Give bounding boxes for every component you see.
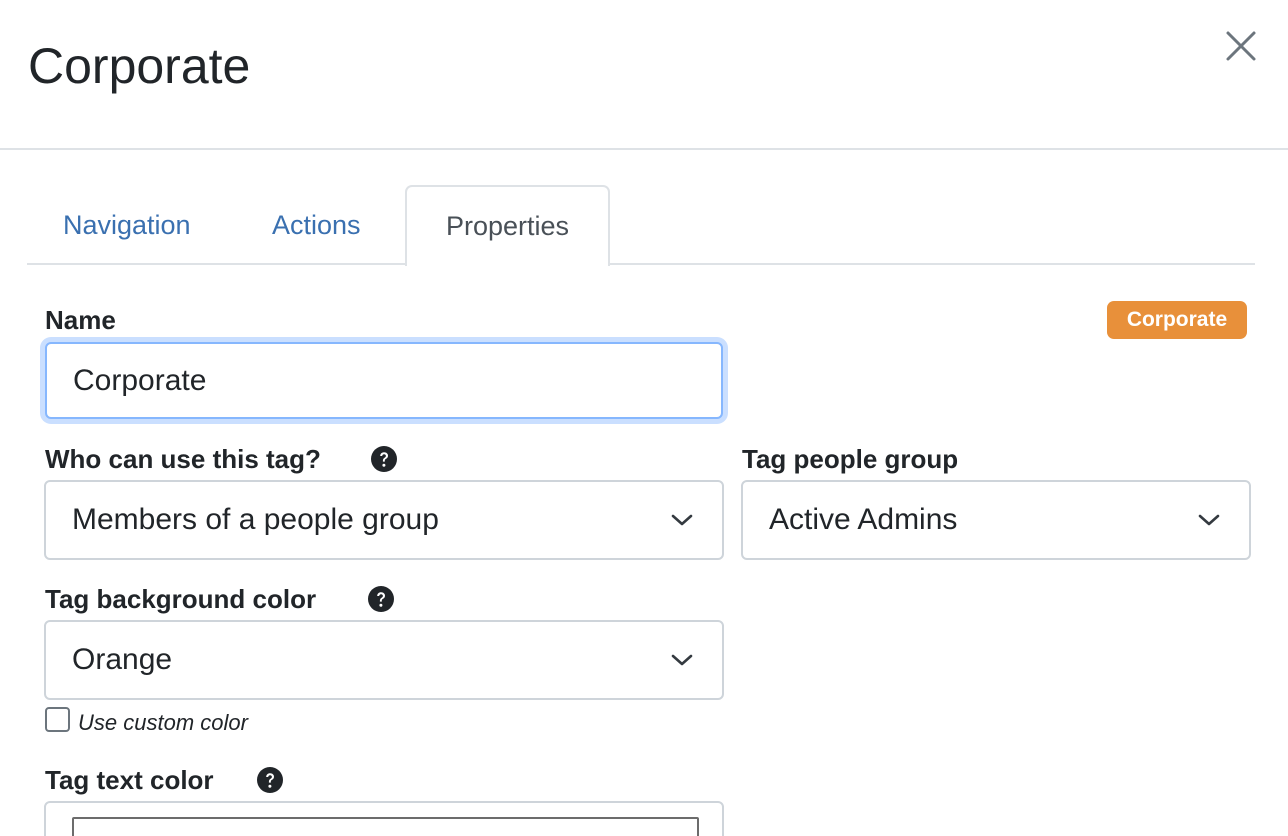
who-can-use-select[interactable]: Members of a people group: [44, 480, 724, 560]
background-color-value: Orange: [72, 643, 173, 676]
chevron-down-icon: [670, 652, 694, 668]
use-custom-color-checkbox[interactable]: [45, 707, 70, 732]
modal-title: Corporate: [28, 38, 251, 94]
tag-properties-modal: Corporate Navigation Actions Properties …: [0, 0, 1288, 836]
use-custom-color-label[interactable]: Use custom color: [78, 709, 248, 737]
text-color-label: Tag text color: [45, 765, 214, 795]
tab-navigation[interactable]: Navigation: [63, 185, 191, 265]
chevron-down-icon: [670, 512, 694, 528]
modal-header: Corporate: [0, 0, 1288, 150]
people-group-select[interactable]: Active Admins: [741, 480, 1251, 560]
question-circle-icon[interactable]: [370, 445, 398, 473]
name-input[interactable]: [45, 342, 723, 419]
tag-preview-badge: Corporate: [1107, 301, 1247, 339]
text-color-picker[interactable]: [72, 817, 699, 836]
who-can-use-value: Members of a people group: [72, 503, 439, 536]
name-label: Name: [45, 305, 116, 335]
tab-actions[interactable]: Actions: [272, 185, 361, 265]
text-color-field: [44, 801, 724, 836]
background-color-label: Tag background color: [45, 584, 317, 614]
chevron-down-icon: [1197, 512, 1221, 528]
people-group-label: Tag people group: [742, 444, 959, 474]
question-circle-icon[interactable]: [256, 766, 284, 794]
people-group-value: Active Admins: [769, 503, 958, 536]
tab-bar: Navigation Actions Properties: [27, 185, 1255, 266]
question-circle-icon[interactable]: [367, 585, 395, 613]
who-can-use-label: Who can use this tag?: [45, 444, 321, 474]
close-button[interactable]: [1222, 27, 1260, 65]
background-color-select[interactable]: Orange: [44, 620, 724, 700]
tab-properties[interactable]: Properties: [405, 185, 610, 266]
close-icon: [1226, 31, 1256, 61]
